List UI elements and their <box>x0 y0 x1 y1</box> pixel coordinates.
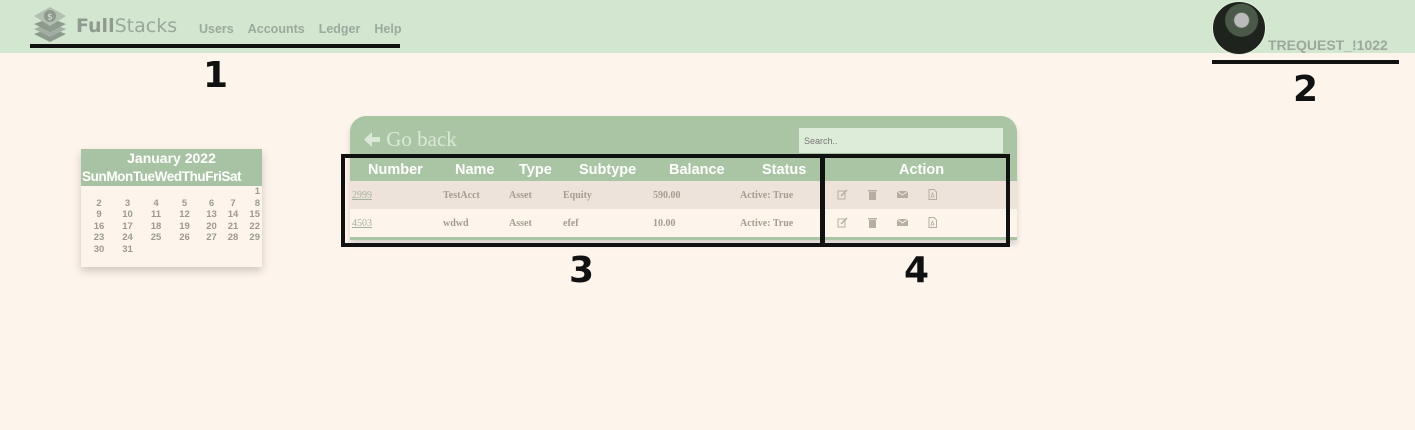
weekday-label: Thu <box>181 169 206 184</box>
calendar-day[interactable]: 15 <box>242 209 263 221</box>
weekday-label: Wed <box>154 169 182 184</box>
go-back-label: Go back <box>386 127 457 151</box>
user-avatar[interactable] <box>1212 1 1266 55</box>
calendar-day <box>142 186 170 198</box>
calendar-day[interactable]: 7 <box>224 198 242 210</box>
annotation-underline-1 <box>30 44 400 48</box>
annotation-number-1: 1 <box>203 55 229 96</box>
calendar-day[interactable]: 12 <box>170 209 199 221</box>
calendar-day[interactable]: 11 <box>142 209 170 221</box>
calendar-day[interactable]: 21 <box>224 221 242 233</box>
go-back-button[interactable]: Go back <box>363 127 457 152</box>
calendar-day[interactable]: 16 <box>85 221 113 233</box>
nav-link-ledger[interactable]: Ledger <box>319 22 361 36</box>
calendar-day <box>242 244 263 256</box>
weekday-label: Mon <box>106 169 133 184</box>
calendar-day[interactable]: 1 <box>242 186 263 198</box>
calendar-day <box>170 186 199 198</box>
username[interactable]: TREQUEST_!1022 <box>1268 37 1388 53</box>
calendar-day[interactable]: 20 <box>199 221 224 233</box>
calendar-day[interactable]: 9 <box>85 209 113 221</box>
calendar-day[interactable]: 19 <box>170 221 199 233</box>
annotation-number-4: 4 <box>904 250 930 291</box>
calendar-day[interactable]: 4 <box>142 198 170 210</box>
calendar-day[interactable]: 17 <box>113 221 142 233</box>
calendar-day[interactable]: 28 <box>224 232 242 244</box>
weekday-label: Sat <box>221 169 242 184</box>
calendar-day[interactable]: 14 <box>224 209 242 221</box>
svg-text:$: $ <box>47 13 53 23</box>
calendar-day[interactable]: 22 <box>242 221 263 233</box>
calendar-header: January 2022 Sun Mon Tue Wed Thu Fri Sat <box>81 149 262 186</box>
calendar-day[interactable]: 6 <box>199 198 224 210</box>
calendar-day <box>199 186 224 198</box>
nav-link-users[interactable]: Users <box>199 22 234 36</box>
calendar-day[interactable]: 26 <box>170 232 199 244</box>
calendar-day <box>224 186 242 198</box>
nav-link-help[interactable]: Help <box>374 22 401 36</box>
calendar-day[interactable]: 3 <box>113 198 142 210</box>
calendar-day[interactable]: 18 <box>142 221 170 233</box>
logo-bold: Full <box>76 15 115 37</box>
calendar-day <box>113 186 142 198</box>
annotation-box-3 <box>341 154 825 247</box>
calendar-day[interactable]: 25 <box>142 232 170 244</box>
weekday-label: Fri <box>205 169 222 184</box>
nav-link-accounts[interactable]: Accounts <box>248 22 305 36</box>
calendar-day <box>142 244 170 256</box>
money-stack-icon[interactable]: $ <box>30 4 70 44</box>
annotation-number-2: 2 <box>1293 69 1319 110</box>
calendar-day <box>170 244 199 256</box>
arrow-left-icon <box>364 132 380 147</box>
calendar-day <box>85 186 113 198</box>
calendar-day[interactable]: 13 <box>199 209 224 221</box>
annotation-underline-2 <box>1212 60 1399 64</box>
calendar-day[interactable]: 10 <box>113 209 142 221</box>
nav-links: Users Accounts Ledger Help <box>199 22 401 36</box>
calendar-day[interactable]: 31 <box>113 244 142 256</box>
calendar-day[interactable]: 2 <box>85 198 113 210</box>
calendar-weekdays: Sun Mon Tue Wed Thu Fri Sat <box>81 168 262 186</box>
weekday-label: Tue <box>132 169 155 184</box>
calendar-day[interactable]: 30 <box>85 244 113 256</box>
calendar-day[interactable]: 8 <box>242 198 263 210</box>
calendar-day <box>224 244 242 256</box>
calendar-title: January 2022 <box>127 150 216 166</box>
calendar-day[interactable]: 24 <box>113 232 142 244</box>
annotation-box-4 <box>820 154 1010 247</box>
calendar-day[interactable]: 29 <box>242 232 263 244</box>
calendar-widget: January 2022 Sun Mon Tue Wed Thu Fri Sat… <box>81 149 262 267</box>
calendar-day[interactable]: 5 <box>170 198 199 210</box>
app-logo-text[interactable]: FullStacks <box>76 15 177 37</box>
logo-light: Stacks <box>114 15 178 37</box>
annotation-number-3: 3 <box>569 250 595 291</box>
calendar-day[interactable]: 27 <box>199 232 224 244</box>
calendar-day <box>199 244 224 256</box>
weekday-label: Sun <box>82 169 107 184</box>
calendar-day[interactable]: 23 <box>85 232 113 244</box>
search-input[interactable] <box>799 128 1003 153</box>
calendar-grid: 1 2 3 4 5 6 7 8 9 10 11 12 13 14 15 16 17 18 19 20 21 22 23 24 2… <box>81 186 262 256</box>
